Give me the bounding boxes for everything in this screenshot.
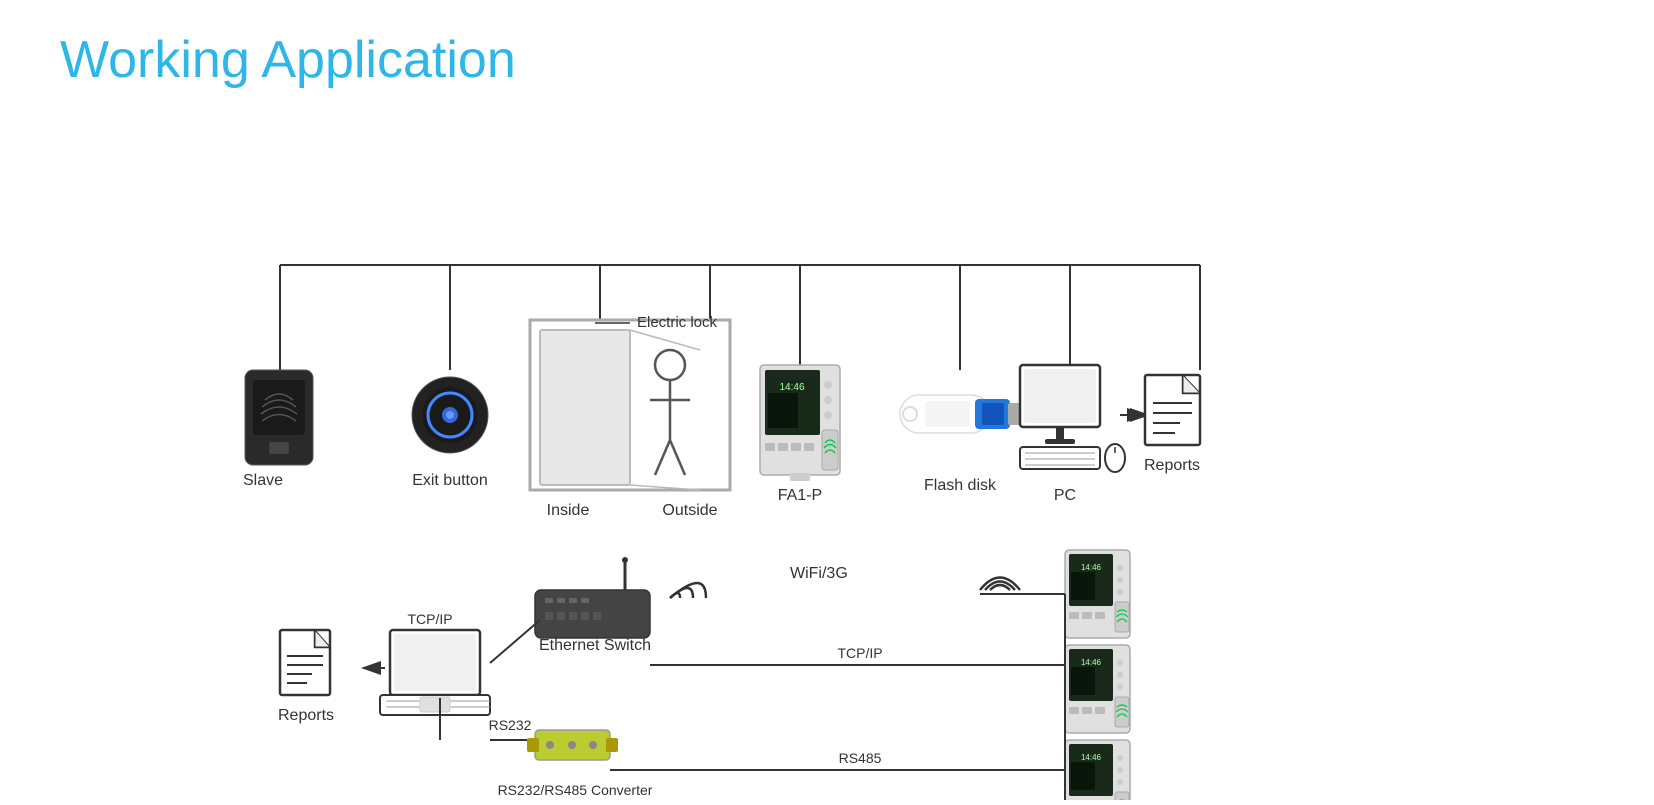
rs232-label: RS232 <box>489 717 532 733</box>
slave-label: Slave <box>243 472 283 489</box>
tcp-ip-label-2: TCP/IP <box>837 645 882 661</box>
page-title: Working Application <box>60 30 516 90</box>
outside-label: Outside <box>662 502 717 519</box>
pc-label: PC <box>1054 487 1076 504</box>
tcp-ip-label-1: TCP/IP <box>407 611 452 627</box>
svg-text:14:46: 14:46 <box>1081 753 1102 762</box>
inside-label: Inside <box>547 502 590 519</box>
rs232-rs485-label: RS232/RS485 Converter <box>498 782 653 798</box>
svg-text:14:46: 14:46 <box>1081 658 1102 667</box>
reports-bottom-label: Reports <box>278 707 334 724</box>
electric-lock-label: Electric lock <box>637 314 718 331</box>
exit-button-label: Exit button <box>412 472 488 489</box>
flash-disk-label: Flash disk <box>924 477 997 494</box>
wifi-label: WiFi/3G <box>790 565 848 582</box>
reports-top-label: Reports <box>1144 457 1200 474</box>
svg-text:14:46: 14:46 <box>1081 563 1102 572</box>
rs485-label: RS485 <box>839 750 882 766</box>
fa1p-label: FA1-P <box>778 487 822 504</box>
diagram: Slave Exit button Electric lock Inside O… <box>0 110 1654 800</box>
ethernet-switch-label: Ethernet Switch <box>539 637 651 654</box>
svg-text:14:46: 14:46 <box>779 382 804 393</box>
